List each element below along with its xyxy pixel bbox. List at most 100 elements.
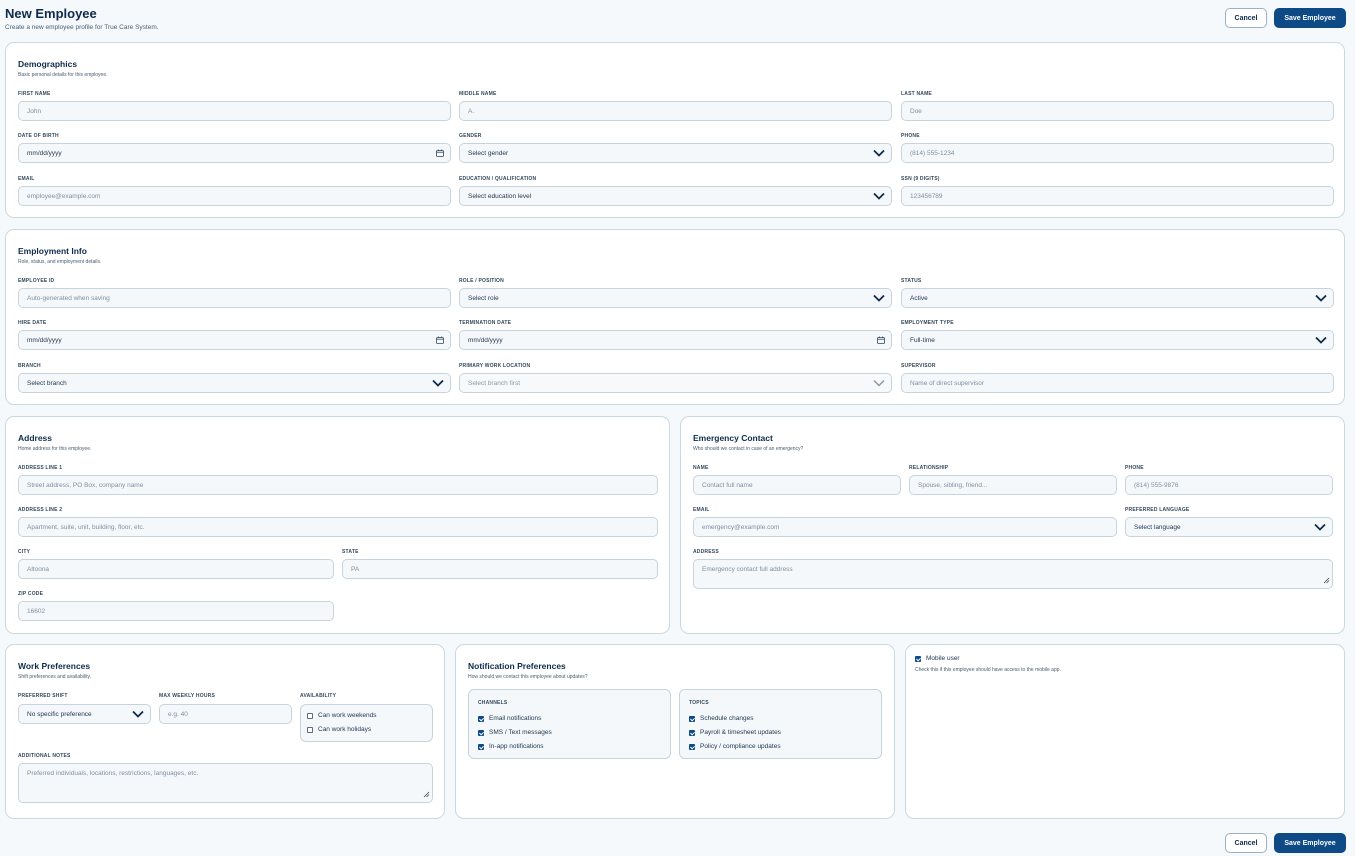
- termination-date-input[interactable]: mm/dd/yyyy: [459, 330, 892, 350]
- education-select[interactable]: Select education level: [459, 186, 892, 206]
- role-select[interactable]: Select role: [459, 288, 892, 308]
- card-title: Employment Info: [18, 246, 87, 256]
- primary-location-label: PRIMARY WORK LOCATION: [459, 363, 531, 369]
- dob-value: mm/dd/yyyy: [27, 149, 62, 157]
- last-name-label: LAST NAME: [901, 91, 932, 97]
- channels-box: CHANNELS Email notifications SMS / Text …: [468, 689, 671, 759]
- primary-location-select[interactable]: Select branch first: [459, 373, 892, 393]
- checkbox-checked-icon[interactable]: [689, 729, 695, 736]
- gender-select[interactable]: Select gender: [459, 143, 892, 163]
- notes-placeholder: Preferred individuals, locations, restri…: [27, 770, 199, 777]
- address-line2-label: ADDRESS LINE 2: [18, 507, 63, 513]
- chevron-down-icon: [1315, 294, 1327, 302]
- chevron-down-icon: [1315, 336, 1327, 344]
- checkbox-checked-icon[interactable]: [689, 743, 695, 750]
- resize-handle-icon[interactable]: [423, 791, 430, 800]
- dob-input[interactable]: mm/dd/yyyy: [18, 143, 451, 163]
- notes-label: ADDITIONAL NOTES: [18, 753, 71, 759]
- ec-email-input[interactable]: emergency@example.com: [693, 517, 1117, 537]
- ec-name-input[interactable]: Contact full name: [693, 475, 901, 495]
- notes-textarea[interactable]: Preferred individuals, locations, restri…: [18, 763, 433, 803]
- in-app-checkbox[interactable]: In-app notifications: [478, 743, 544, 750]
- phone-label: PHONE: [901, 133, 920, 139]
- mobile-user-helper: Check this if this employee should have …: [915, 667, 1061, 673]
- mobile-user-checkbox[interactable]: Mobile user: [915, 655, 960, 662]
- checkbox-checked-icon[interactable]: [689, 715, 695, 722]
- ssn-label: SSN (9 DIGITS): [901, 176, 940, 182]
- checkbox-icon[interactable]: [307, 712, 313, 719]
- shift-select[interactable]: No specific preference: [18, 704, 151, 724]
- checkbox-checked-icon[interactable]: [478, 715, 484, 722]
- email-notifications-checkbox[interactable]: Email notifications: [478, 715, 541, 722]
- city-input[interactable]: Altoona: [18, 559, 334, 579]
- policy-checkbox[interactable]: Policy / compliance updates: [689, 743, 781, 750]
- hire-date-label: HIRE DATE: [18, 320, 47, 326]
- hire-date-input[interactable]: mm/dd/yyyy: [18, 330, 451, 350]
- state-input[interactable]: PA: [342, 559, 658, 579]
- max-hours-label: MAX WEEKLY HOURS: [159, 693, 215, 699]
- card-subtitle: Role, status, and employment details.: [18, 259, 102, 265]
- max-hours-input[interactable]: e.g. 40: [159, 704, 292, 724]
- education-label: EDUCATION / QUALIFICATION: [459, 176, 537, 182]
- gender-value: Select gender: [468, 149, 509, 157]
- branch-select[interactable]: Select branch: [18, 373, 451, 393]
- footer-save-employee-button[interactable]: Save Employee: [1274, 833, 1346, 853]
- sms-checkbox[interactable]: SMS / Text messages: [478, 729, 552, 736]
- checkbox-checked-icon[interactable]: [478, 729, 484, 736]
- schedule-changes-checkbox[interactable]: Schedule changes: [689, 715, 754, 722]
- checkbox-checked-icon[interactable]: [915, 655, 921, 662]
- demographics-card: Demographics Basic personal details for …: [5, 42, 1345, 218]
- page-title: New Employee: [5, 6, 97, 21]
- first-name-input[interactable]: John: [18, 101, 451, 121]
- holidays-checkbox[interactable]: Can work holidays: [307, 726, 371, 733]
- email-input[interactable]: employee@example.com: [18, 186, 451, 206]
- calendar-icon[interactable]: [436, 336, 444, 344]
- phone-input[interactable]: (814) 555-1234: [901, 143, 1334, 163]
- topics-title: TOPICS: [689, 700, 709, 706]
- ec-phone-label: PHONE: [1125, 465, 1144, 471]
- checkbox-icon[interactable]: [307, 726, 313, 733]
- address-line1-label: ADDRESS LINE 1: [18, 465, 63, 471]
- ec-address-textarea[interactable]: Emergency contact full address: [693, 559, 1333, 589]
- gender-label: GENDER: [459, 133, 482, 139]
- card-subtitle: Shift preferences and availability.: [18, 674, 92, 680]
- ec-relationship-input[interactable]: Spouse, sibling, friend...: [909, 475, 1117, 495]
- branch-value: Select branch: [27, 379, 67, 387]
- middle-name-input[interactable]: A.: [459, 101, 892, 121]
- weekends-checkbox[interactable]: Can work weekends: [307, 712, 377, 719]
- emergency-contact-card: Emergency Contact Who should we contact …: [680, 416, 1345, 634]
- save-employee-button[interactable]: Save Employee: [1274, 8, 1346, 28]
- chevron-down-icon: [873, 379, 885, 387]
- card-title: Demographics: [18, 59, 78, 69]
- cancel-button[interactable]: Cancel: [1225, 8, 1267, 28]
- last-name-input[interactable]: Doe: [901, 101, 1334, 121]
- chevron-down-icon: [873, 149, 885, 157]
- status-select[interactable]: Active: [901, 288, 1334, 308]
- chevron-down-icon: [432, 379, 444, 387]
- ec-address-placeholder: Emergency contact full address: [702, 566, 793, 573]
- availability-label: AVAILABILITY: [300, 693, 337, 699]
- ec-phone-input[interactable]: (814) 555-9876: [1125, 475, 1333, 495]
- employee-id-label: EMPLOYEE ID: [18, 278, 55, 284]
- ssn-input[interactable]: 123456789: [901, 186, 1334, 206]
- address-line1-input[interactable]: Street address, PO Box, company name: [18, 475, 658, 495]
- email-label: EMAIL: [18, 176, 35, 182]
- calendar-icon[interactable]: [436, 149, 444, 157]
- payroll-checkbox[interactable]: Payroll & timesheet updates: [689, 729, 781, 736]
- zip-input[interactable]: 16602: [18, 601, 334, 621]
- termination-date-value: mm/dd/yyyy: [468, 336, 503, 344]
- supervisor-input[interactable]: Name of direct supervisor: [901, 373, 1334, 393]
- role-label: ROLE / POSITION: [459, 278, 504, 284]
- calendar-icon[interactable]: [877, 336, 885, 344]
- checkbox-checked-icon[interactable]: [478, 743, 484, 750]
- employment-type-select[interactable]: Full-time: [901, 330, 1334, 350]
- ec-relationship-label: RELATIONSHIP: [909, 465, 949, 471]
- employment-card: Employment Info Role, status, and employ…: [5, 229, 1345, 405]
- ec-language-select[interactable]: Select language: [1125, 517, 1333, 537]
- address-line2-input[interactable]: Apartment, suite, unit, building, floor,…: [18, 517, 658, 537]
- chevron-down-icon: [1314, 523, 1326, 531]
- resize-handle-icon[interactable]: [1323, 577, 1330, 586]
- status-label: STATUS: [901, 278, 922, 284]
- footer-cancel-button[interactable]: Cancel: [1225, 833, 1267, 853]
- employee-id-input[interactable]: Auto-generated when saving: [18, 288, 451, 308]
